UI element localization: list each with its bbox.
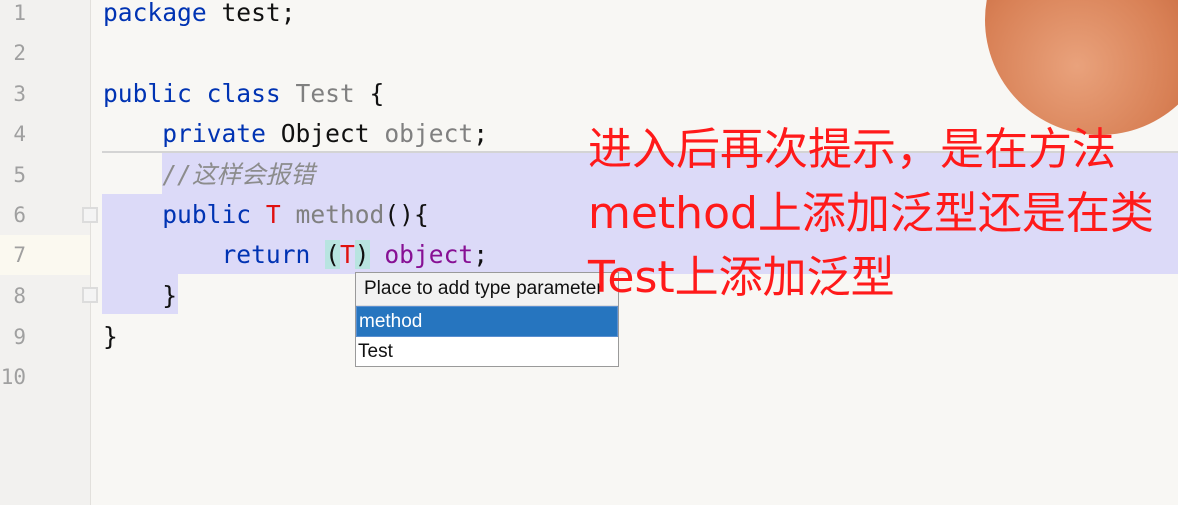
field-name: object [384, 119, 474, 148]
basketball-image [985, 0, 1178, 135]
method-name: method [295, 200, 385, 229]
code-text: } [103, 322, 118, 351]
field-name: object [384, 240, 474, 269]
line-number: 7 [13, 243, 26, 267]
annotation-text: 进入后再次提示，是在方法method上添加泛型还是在类Test上添加泛型 [588, 124, 1154, 303]
code-text: { [354, 79, 385, 108]
code-line-5[interactable]: //这样会报错 [103, 155, 315, 195]
type-parameter: T [265, 200, 281, 229]
code-line-4[interactable]: private Object object; [103, 114, 488, 154]
paren: ( [325, 240, 340, 269]
code-text: ; [473, 240, 489, 269]
line-number: 9 [13, 325, 26, 349]
code-text: test; [206, 0, 296, 27]
keyword: package [103, 0, 207, 27]
fold-collapse-icon[interactable] [82, 207, 98, 223]
line-number: 10 [0, 365, 26, 389]
line-number: 3 [13, 82, 26, 106]
code-text: (){ [384, 200, 429, 229]
code-line-6[interactable]: public T method(){ [103, 195, 429, 235]
paren: ) [354, 240, 370, 269]
line-number: 8 [13, 284, 26, 308]
popup-item-method[interactable]: method [356, 306, 618, 337]
type-parameter-popup: Place to add type parameter method Test [355, 272, 619, 367]
code-text: } [162, 281, 178, 310]
keyword: class [206, 79, 281, 108]
line-number: 2 [13, 41, 26, 65]
code-line-7[interactable]: return (T) object; [103, 235, 488, 275]
code-text: ; [473, 119, 489, 148]
line-number: 1 [13, 1, 26, 25]
type-parameter: T [339, 240, 355, 269]
code-line-3[interactable]: public class Test { [103, 74, 384, 114]
popup-item-test[interactable]: Test [356, 337, 618, 366]
code-line-9[interactable]: } [103, 317, 118, 357]
comment: //这样会报错 [162, 160, 315, 189]
type-name: Object [280, 119, 370, 148]
popup-title: Place to add type parameter [356, 273, 618, 306]
keyword: private [162, 119, 266, 148]
keyword: public [103, 79, 192, 108]
line-number: 6 [13, 203, 26, 227]
code-line-8[interactable]: } [103, 276, 177, 316]
keyword: public [162, 200, 252, 229]
class-name: Test [295, 79, 355, 108]
line-number: 5 [13, 163, 26, 187]
keyword: return [221, 240, 311, 269]
code-line-1[interactable]: package test; [103, 0, 296, 33]
fold-collapse-icon[interactable] [82, 287, 98, 303]
line-number: 4 [13, 122, 26, 146]
